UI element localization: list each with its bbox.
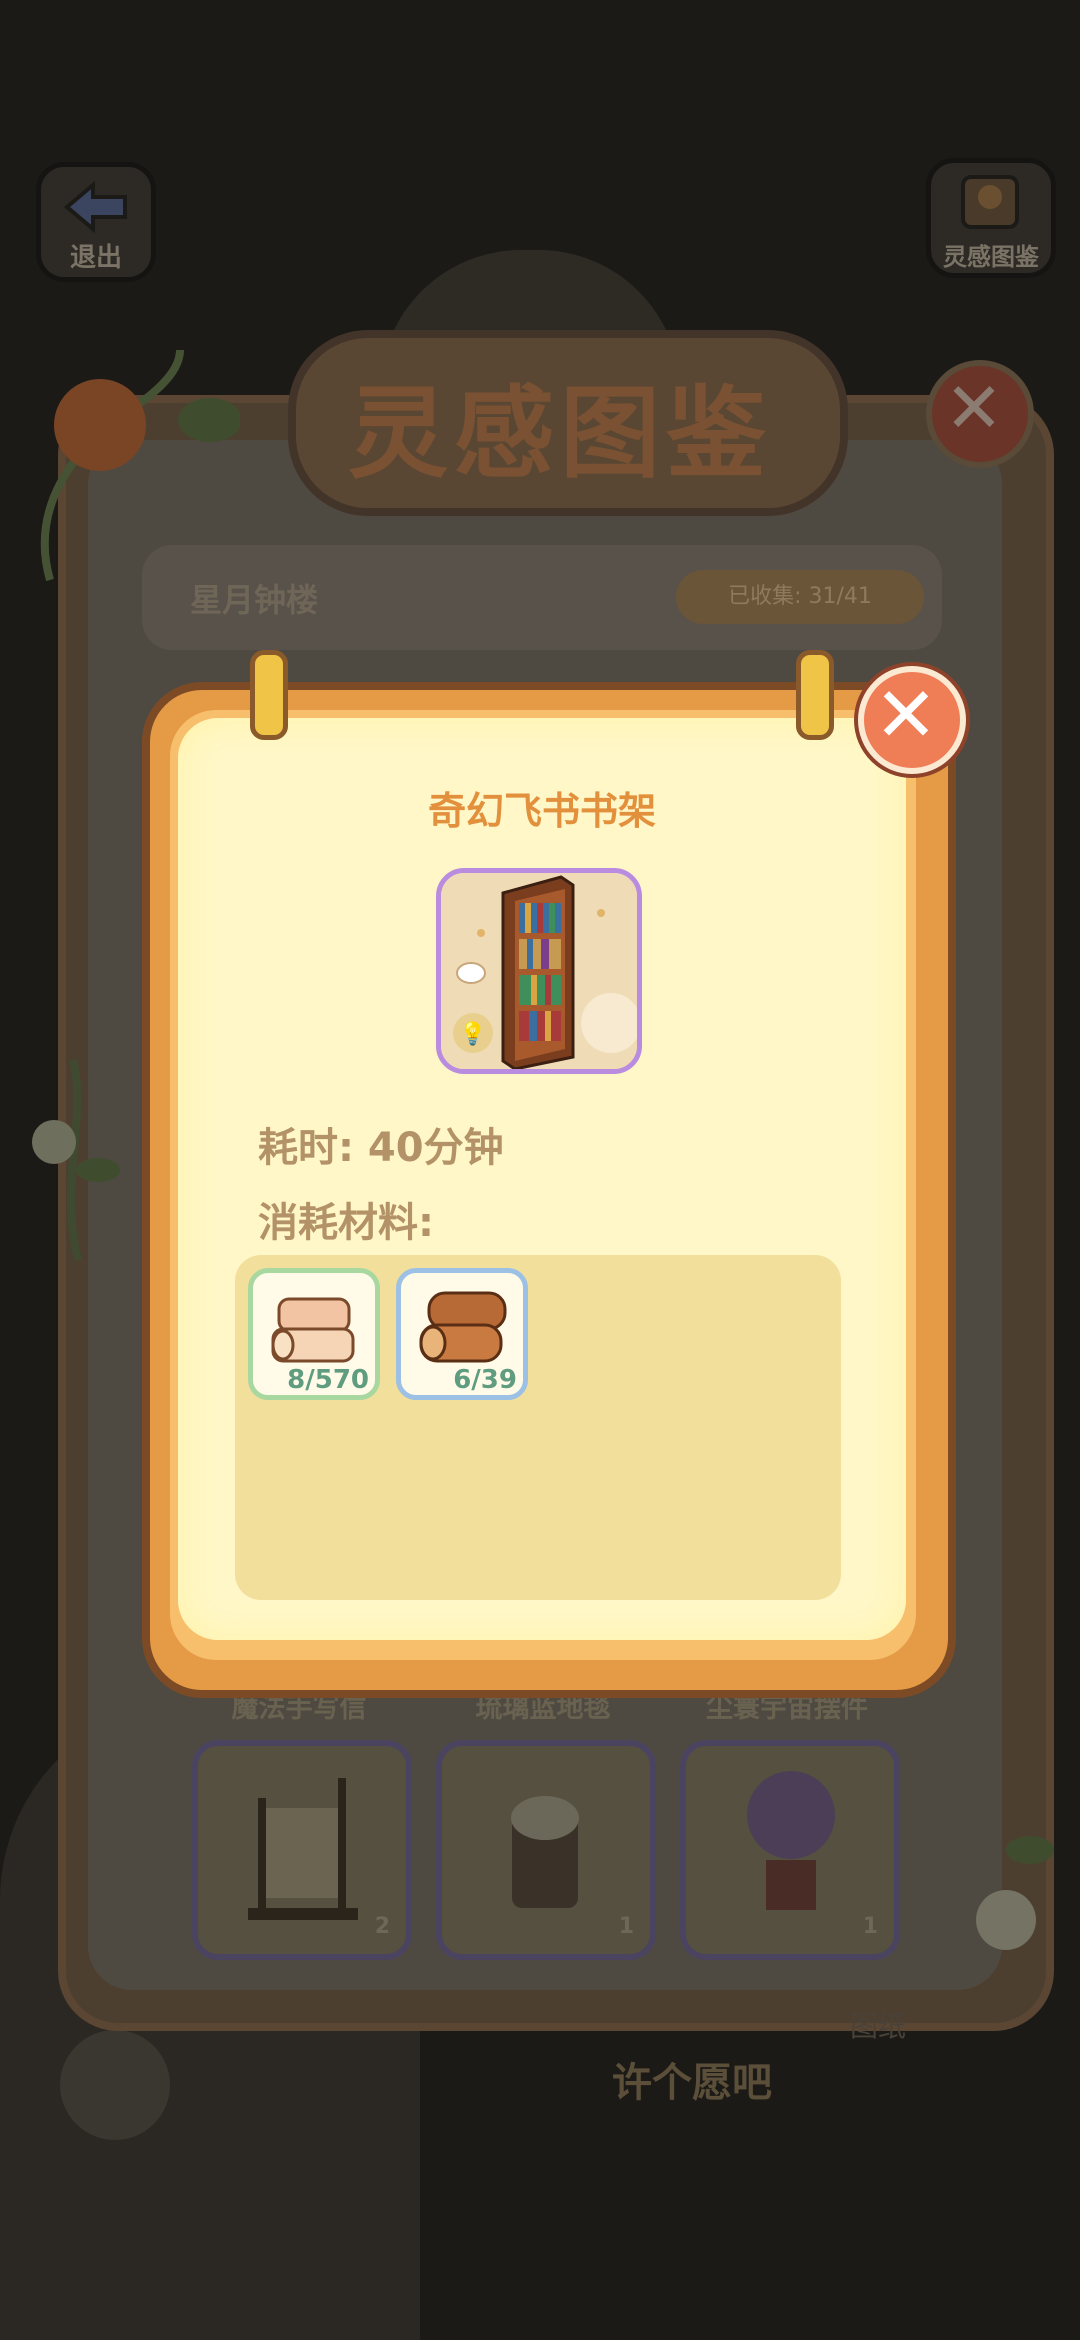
wish-button-label: 许个愿吧 <box>612 2060 772 2106</box>
item-count: 1 <box>618 1914 634 1939</box>
inspiration-codex-label: 灵感图鉴 <box>943 243 1039 271</box>
flower-vine-right-decoration <box>976 1836 1054 1950</box>
material-slot[interactable]: 6/39 <box>396 1268 528 1400</box>
item-count: 1 <box>862 1914 878 1939</box>
codex-title: 灵感图鉴 <box>348 375 772 492</box>
exit-button[interactable]: 退出 <box>36 162 156 282</box>
background-character-eye <box>60 2030 170 2140</box>
back-arrow-icon <box>63 180 127 234</box>
binder-ring <box>796 650 834 740</box>
svg-text:💡: 💡 <box>459 1021 486 1047</box>
material-count: 8/570 <box>287 1365 369 1395</box>
glass-blue-carpet-icon <box>511 1796 579 1908</box>
area-name: 星月钟楼 <box>190 581 319 619</box>
cosmic-orb-ornament-icon <box>747 1771 835 1910</box>
blueprint-side-label: 图纸 <box>850 2010 907 2043</box>
item-name: 奇幻飞书书架 <box>427 789 656 833</box>
bookshelf-icon: 💡 <box>441 873 637 1069</box>
exit-label: 退出 <box>69 243 122 273</box>
pale-wood-plank-icon <box>271 1297 355 1363</box>
materials-label: 消耗材料: <box>258 1200 434 1246</box>
item-count: 2 <box>374 1914 390 1939</box>
collection-progress-badge: 已收集: 31/41 <box>676 570 924 624</box>
material-count: 6/39 <box>453 1365 517 1395</box>
flower-vine-left-decoration <box>32 1060 120 1260</box>
magic-letter-stand-icon <box>248 1778 358 1920</box>
close-icon: ✕ <box>874 670 938 759</box>
codex-item-card[interactable]: 2 <box>192 1740 412 1960</box>
inspiration-codex-button[interactable]: 灵感图鉴 <box>926 158 1056 278</box>
close-icon: ✕ <box>944 367 1004 449</box>
codex-item-card[interactable]: 1 <box>436 1740 656 1960</box>
codex-item-card[interactable]: 1 <box>680 1740 900 1960</box>
crafting-time: 耗时: 40分钟 <box>258 1125 504 1171</box>
item-image: 💡 <box>436 868 642 1074</box>
material-slot[interactable]: 8/570 <box>248 1268 380 1400</box>
wood-log-icon <box>419 1291 507 1363</box>
binder-ring <box>250 650 288 740</box>
codex-book-icon <box>961 175 1019 229</box>
